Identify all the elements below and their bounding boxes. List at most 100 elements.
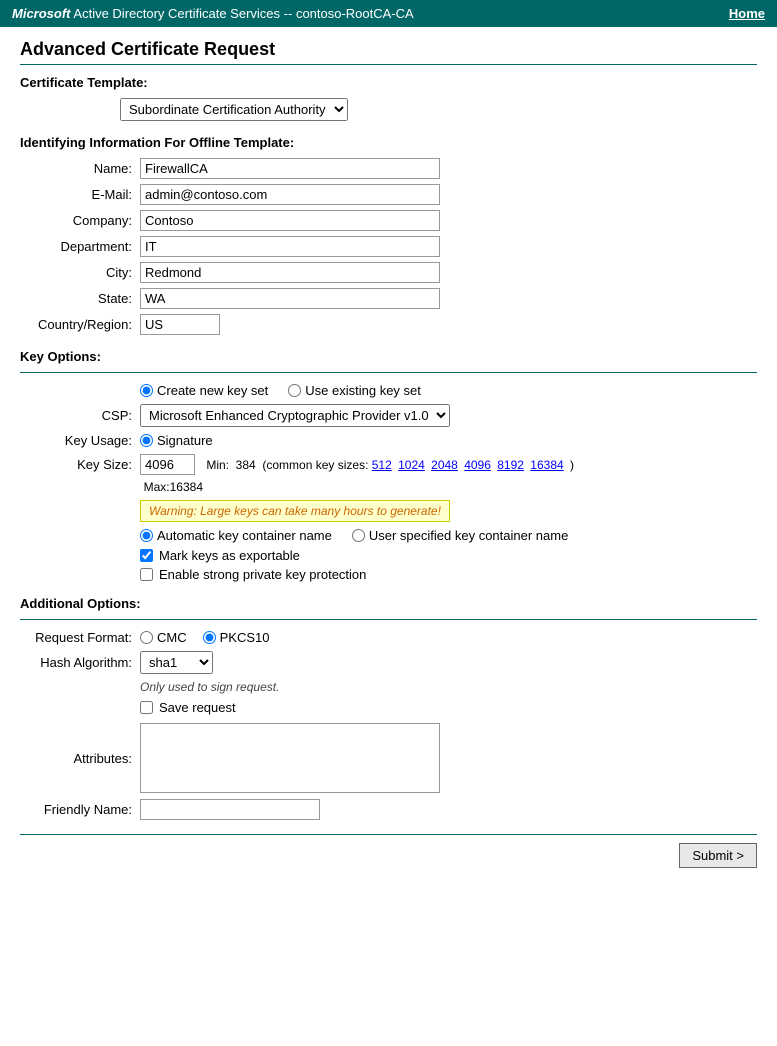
submit-button[interactable]: Submit > xyxy=(679,843,757,868)
create-new-key-label[interactable]: Create new key set xyxy=(140,383,268,398)
city-input[interactable] xyxy=(140,262,440,283)
key-options-header: Key Options: xyxy=(20,349,757,364)
key-size-max-info: (common key sizes: xyxy=(256,458,372,472)
company-label: Company: xyxy=(20,213,140,228)
key-size-512-link[interactable]: 512 xyxy=(372,458,392,472)
save-request-checkbox[interactable] xyxy=(140,701,153,714)
company-row: Company: xyxy=(20,210,757,231)
submit-row: Submit > xyxy=(20,834,757,868)
enable-strong-protection-checkbox[interactable] xyxy=(140,568,153,581)
mark-exportable-label[interactable]: Mark keys as exportable xyxy=(159,548,300,563)
key-usage-signature-radio[interactable] xyxy=(140,434,153,447)
city-row: City: xyxy=(20,262,757,283)
header-service: Active Directory Certificate Services xyxy=(73,6,280,21)
create-new-key-radio[interactable] xyxy=(140,384,153,397)
department-input[interactable] xyxy=(140,236,440,257)
header: Microsoft Active Directory Certificate S… xyxy=(0,0,777,27)
use-existing-key-label[interactable]: Use existing key set xyxy=(288,383,421,398)
save-request-label[interactable]: Save request xyxy=(159,700,236,715)
email-label: E-Mail: xyxy=(20,187,140,202)
cmc-radio[interactable] xyxy=(140,631,153,644)
identifying-info-header: Identifying Information For Offline Temp… xyxy=(20,135,757,150)
country-input[interactable] xyxy=(140,314,220,335)
user-key-container-text: User specified key container name xyxy=(369,528,568,543)
header-home[interactable]: Home xyxy=(729,6,765,21)
additional-options-divider xyxy=(20,619,757,620)
hash-algorithm-label: Hash Algorithm: xyxy=(20,655,140,670)
create-new-key-text: Create new key set xyxy=(157,383,268,398)
request-format-label: Request Format: xyxy=(20,630,140,645)
key-size-input[interactable] xyxy=(140,454,195,475)
page-title: Advanced Certificate Request xyxy=(20,39,757,60)
country-row: Country/Region: xyxy=(20,314,757,335)
cmc-radio-label[interactable]: CMC xyxy=(140,630,187,645)
key-size-row: Key Size: Min: 384 (common key sizes: 51… xyxy=(20,454,757,475)
key-size-paren-close: ) xyxy=(570,458,574,472)
attributes-textarea[interactable] xyxy=(140,723,440,793)
name-input[interactable] xyxy=(140,158,440,179)
user-key-container-radio[interactable] xyxy=(352,529,365,542)
mark-exportable-row: Mark keys as exportable xyxy=(20,548,757,563)
key-usage-row: Key Usage: Signature xyxy=(20,433,757,448)
csp-label: CSP: xyxy=(30,408,140,423)
key-size-links: 512 1024 2048 4096 8192 16384 ) xyxy=(372,458,574,472)
enable-strong-protection-label[interactable]: Enable strong private key protection xyxy=(159,567,366,582)
email-row: E-Mail: xyxy=(20,184,757,205)
save-request-row: Save request xyxy=(20,700,757,715)
certificate-template-select[interactable]: Subordinate Certification Authority xyxy=(120,98,348,121)
key-size-4096-link[interactable]: 4096 xyxy=(464,458,491,472)
key-usage-signature-label[interactable]: Signature xyxy=(140,433,213,448)
department-row: Department: xyxy=(20,236,757,257)
key-size-1024-link[interactable]: 1024 xyxy=(398,458,425,472)
header-server: contoso-RootCA-CA xyxy=(296,6,414,21)
pkcs10-radio[interactable] xyxy=(203,631,216,644)
hash-algorithm-select[interactable]: sha1 sha256 md5 xyxy=(140,651,213,674)
auto-key-container-text: Automatic key container name xyxy=(157,528,332,543)
template-select-row: Subordinate Certification Authority xyxy=(20,98,757,121)
department-label: Department: xyxy=(20,239,140,254)
identifying-info-section: Identifying Information For Offline Temp… xyxy=(20,135,757,335)
title-divider xyxy=(20,64,757,65)
use-existing-key-radio[interactable] xyxy=(288,384,301,397)
additional-options-section: Additional Options: Request Format: CMC … xyxy=(20,596,757,820)
header-brand: Microsoft xyxy=(12,6,71,21)
key-size-2048-link[interactable]: 2048 xyxy=(431,458,458,472)
state-input[interactable] xyxy=(140,288,440,309)
company-input[interactable] xyxy=(140,210,440,231)
key-size-max-label-row: Max:16384 xyxy=(20,479,757,494)
hash-algorithm-row: Hash Algorithm: sha1 sha256 md5 xyxy=(20,651,757,674)
cmc-text: CMC xyxy=(157,630,187,645)
email-input[interactable] xyxy=(140,184,440,205)
key-size-16384-link[interactable]: 16384 xyxy=(530,458,563,472)
header-title: Microsoft Active Directory Certificate S… xyxy=(12,6,414,21)
attributes-row: Attributes: xyxy=(20,723,757,793)
auto-key-container-radio[interactable] xyxy=(140,529,153,542)
user-key-container-label[interactable]: User specified key container name xyxy=(352,528,568,543)
key-usage-signature-text: Signature xyxy=(157,433,213,448)
state-row: State: xyxy=(20,288,757,309)
friendly-name-input[interactable] xyxy=(140,799,320,820)
pkcs10-text: PKCS10 xyxy=(220,630,270,645)
hash-note: Only used to sign request. xyxy=(20,680,757,694)
home-link[interactable]: Home xyxy=(729,6,765,21)
pkcs10-radio-label[interactable]: PKCS10 xyxy=(203,630,270,645)
key-size-8192-link[interactable]: 8192 xyxy=(497,458,524,472)
attributes-label: Attributes: xyxy=(20,751,140,766)
auto-key-container-label[interactable]: Automatic key container name xyxy=(140,528,332,543)
header-separator: -- xyxy=(284,6,296,21)
enable-strong-protection-row: Enable strong private key protection xyxy=(20,567,757,582)
friendly-name-row: Friendly Name: xyxy=(20,799,757,820)
friendly-name-label: Friendly Name: xyxy=(20,802,140,817)
csp-select[interactable]: Microsoft Enhanced Cryptographic Provide… xyxy=(140,404,450,427)
key-set-row: Create new key set Use existing key set xyxy=(20,383,757,398)
key-usage-label: Key Usage: xyxy=(30,433,140,448)
city-label: City: xyxy=(20,265,140,280)
mark-exportable-checkbox[interactable] xyxy=(140,549,153,562)
csp-row: CSP: Microsoft Enhanced Cryptographic Pr… xyxy=(20,404,757,427)
key-size-min-info: Min: 384 xyxy=(203,458,256,472)
request-format-row: Request Format: CMC PKCS10 xyxy=(20,630,757,645)
certificate-template-header: Certificate Template: xyxy=(20,75,757,90)
name-label: Name: xyxy=(20,161,140,176)
main-content: Advanced Certificate Request Certificate… xyxy=(0,27,777,888)
key-size-max-display: Max:16384 xyxy=(144,480,203,494)
